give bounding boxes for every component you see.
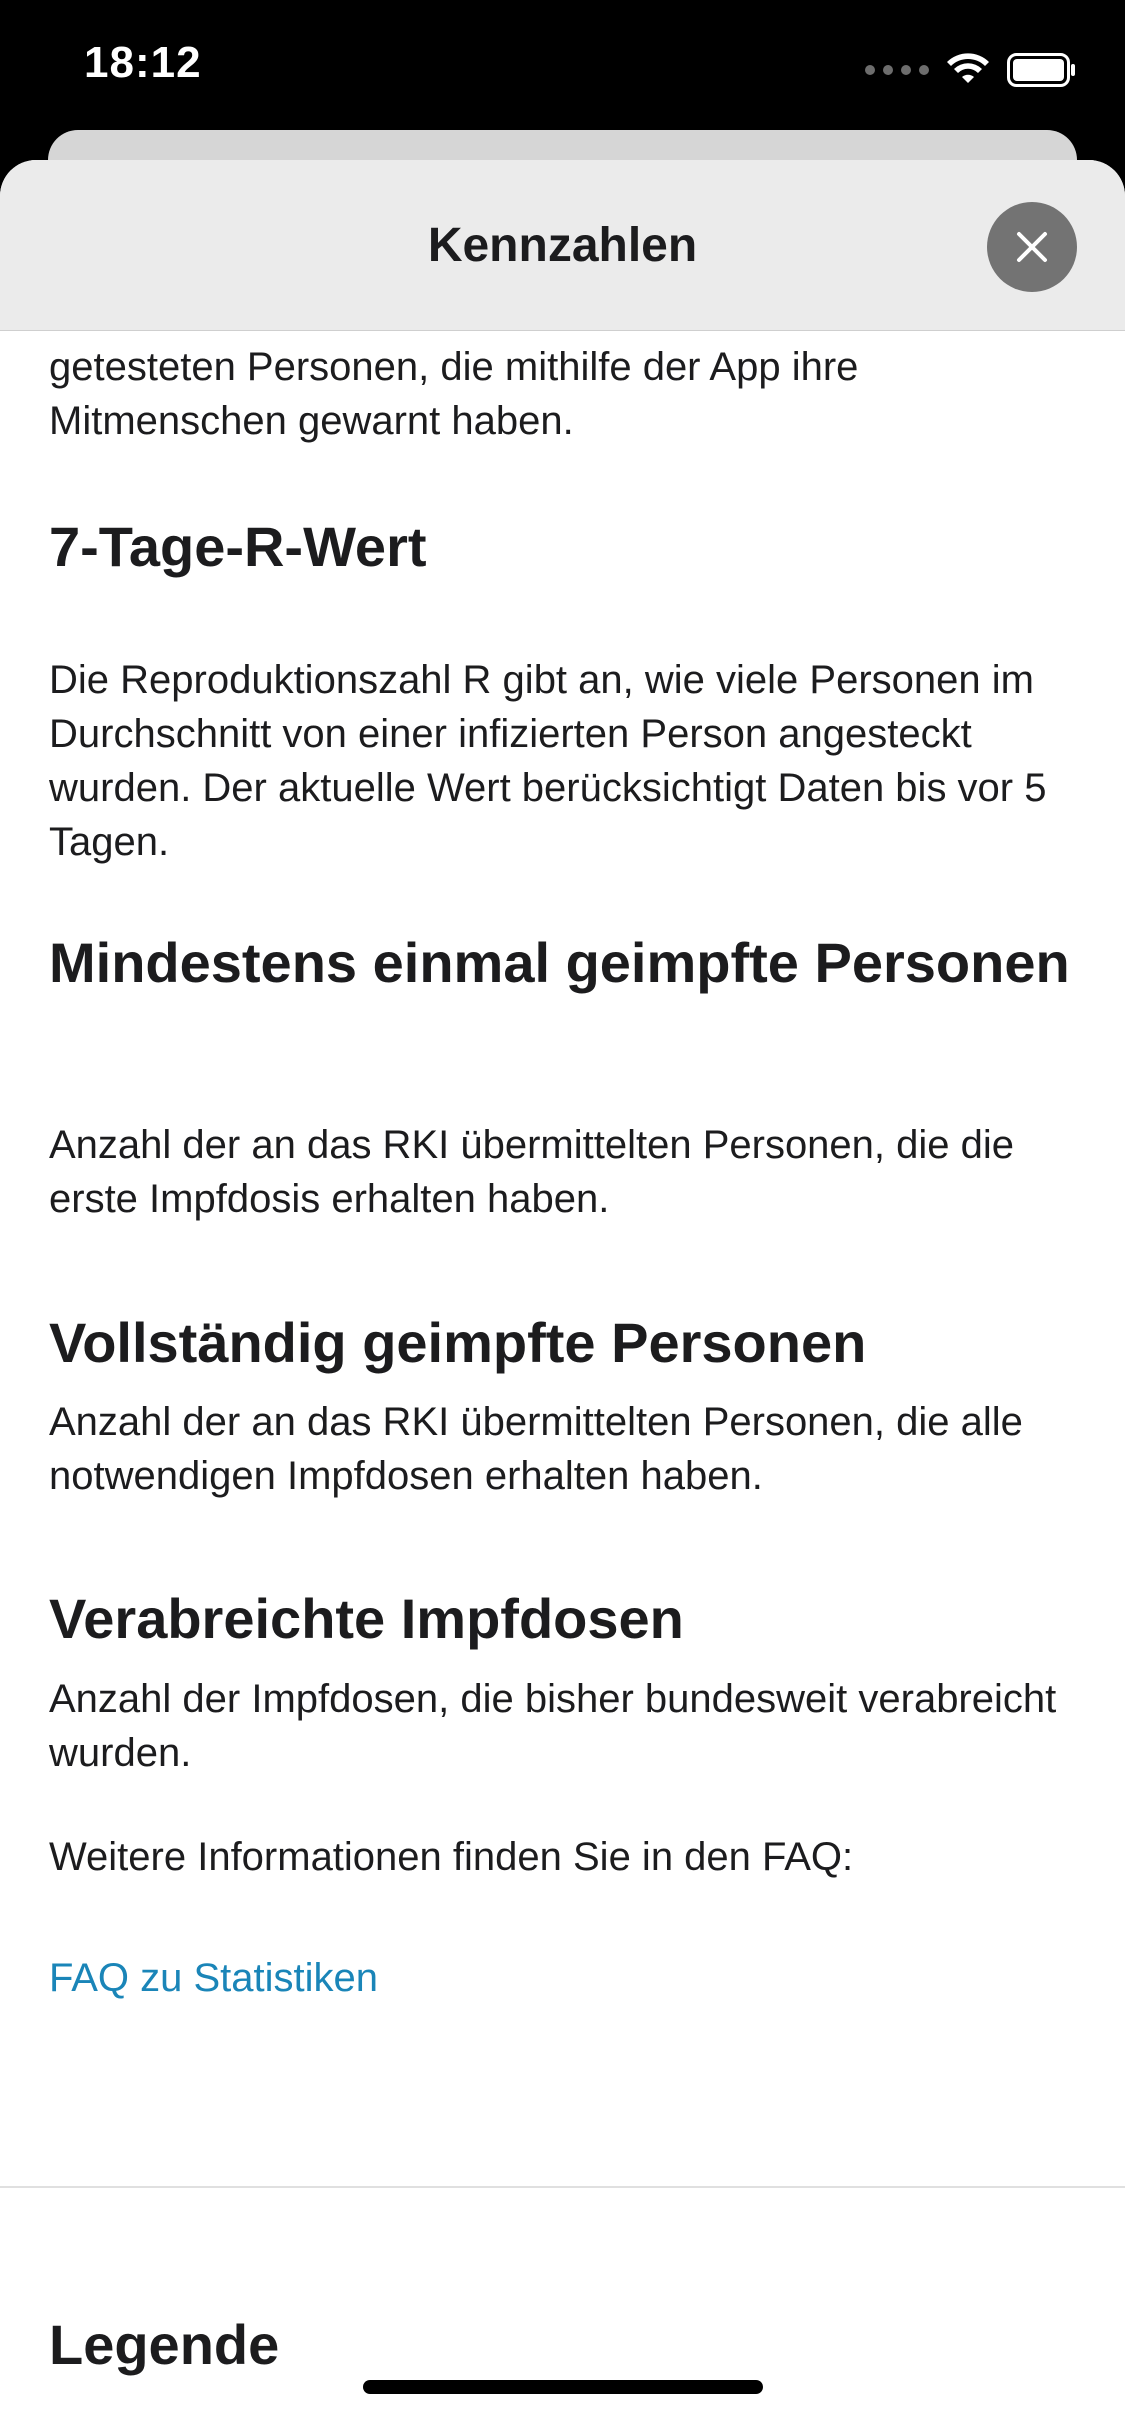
close-button[interactable] — [987, 202, 1077, 292]
status-bar: 18:12 — [0, 0, 1125, 140]
faq-intro: Weitere Informationen finden Sie in den … — [49, 1835, 854, 1879]
section-heading: 7-Tage-R-Wert — [49, 515, 427, 578]
section-heading: Vollständig geimpfte Personen — [49, 1311, 867, 1374]
section-text: Die Reproduktionszahl R gibt an, wie vie… — [49, 658, 1047, 864]
divider — [0, 2186, 1125, 2188]
cellular-signal-icon — [865, 65, 929, 75]
home-indicator[interactable] — [363, 2380, 763, 2394]
close-icon — [1017, 232, 1047, 262]
faq-link[interactable]: FAQ zu Statistiken — [49, 1951, 378, 2005]
status-icons — [865, 48, 1077, 92]
sheet-title: Kennzahlen — [427, 219, 698, 272]
section-text: Anzahl der an das RKI übermittelten Pers… — [49, 1123, 1015, 1221]
section-text: Anzahl der Impfdosen, die bisher bundesw… — [49, 1677, 1057, 1775]
sheet-content: getesteten Personen, die mithilfe der Ap… — [0, 160, 1125, 2436]
legend-heading: Legende — [49, 2313, 280, 2376]
wifi-icon — [945, 53, 991, 87]
section-text: Anzahl der an das RKI übermittelten Pers… — [49, 1400, 1023, 1498]
sheet-header: Kennzahlen — [0, 160, 1125, 331]
battery-icon — [1007, 53, 1077, 87]
status-time: 18:12 — [84, 38, 202, 87]
modal-sheet: getesteten Personen, die mithilfe der Ap… — [0, 160, 1125, 2436]
section-heading: Mindestens einmal geimpfte Personen — [49, 931, 1070, 994]
partial-paragraph: getesteten Personen, die mithilfe der Ap… — [49, 345, 859, 443]
section-heading: Verabreichte Impfdosen — [49, 1587, 684, 1650]
